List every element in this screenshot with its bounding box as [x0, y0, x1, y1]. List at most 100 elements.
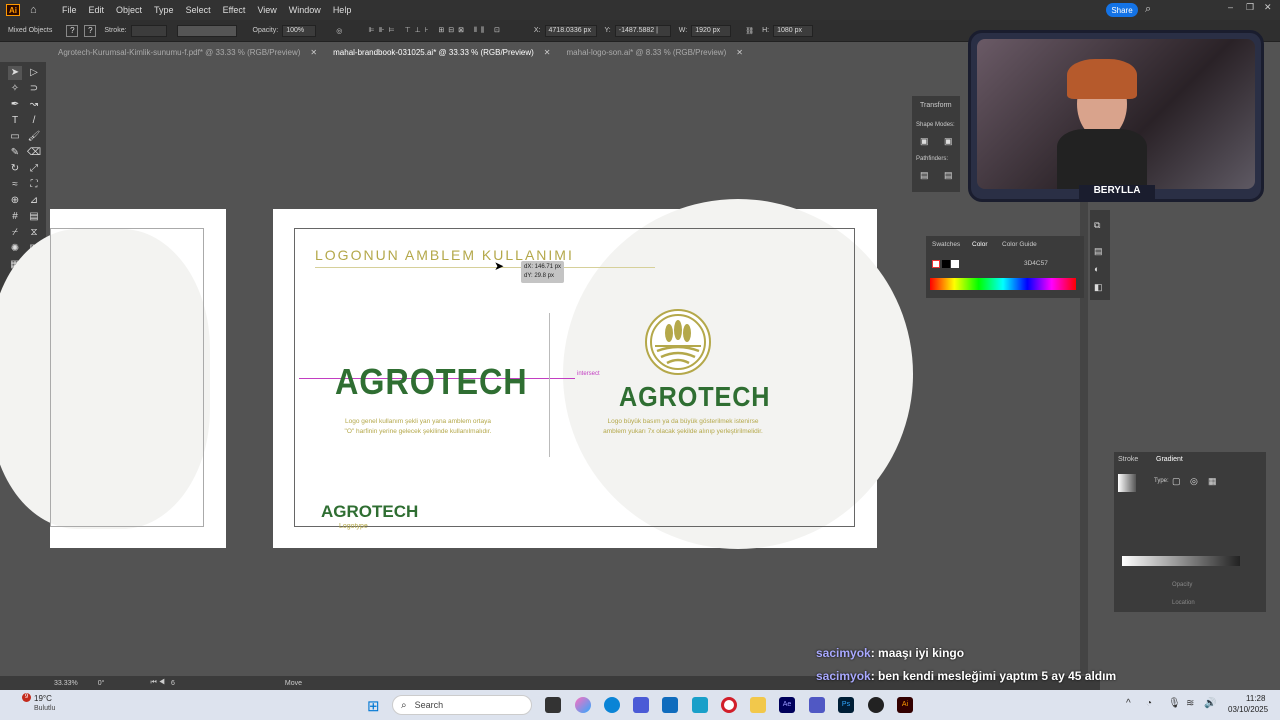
unite-icon[interactable]: ▣ [920, 136, 929, 147]
align-icons[interactable]: ⊫⊪⊨ ⊤⊥⊦ ⊞⊟⊠ ⫴⫼ ⊡ [368, 26, 504, 35]
free-transform-icon[interactable]: ⛶ [27, 178, 41, 192]
gradient-slider[interactable] [1122, 556, 1240, 566]
microphone-icon[interactable]: 🎙 [1168, 698, 1181, 709]
volume-icon[interactable]: 🔊 [1204, 698, 1216, 709]
share-button[interactable]: Share [1106, 3, 1138, 17]
lasso-icon[interactable]: ⊃ [27, 82, 41, 96]
line-tool-icon[interactable]: / [27, 114, 41, 128]
edge-icon[interactable] [604, 697, 620, 713]
monitor-app-icon[interactable] [692, 697, 708, 713]
color-tab[interactable]: Color [972, 241, 988, 248]
symbol-sprayer-icon[interactable]: ✺ [8, 242, 22, 256]
y-field[interactable]: -1487.5882 | [614, 24, 671, 37]
opera-icon[interactable] [721, 697, 737, 713]
white-swatch[interactable] [951, 260, 959, 268]
warp-tool-icon[interactable]: ≈ [8, 178, 22, 192]
transform-tab[interactable]: Transform [920, 102, 952, 109]
stroke-weight-field[interactable] [130, 24, 167, 37]
close-tab-icon[interactable]: ✕ [544, 48, 551, 57]
rotation-value[interactable]: 0° [98, 680, 105, 687]
shape-builder-icon[interactable]: ⊕ [8, 194, 22, 208]
properties-icon[interactable]: ◧ [1094, 282, 1103, 293]
close-icon[interactable]: ✕ [1264, 2, 1272, 13]
scale-tool-icon[interactable]: ⤢ [27, 162, 41, 176]
close-tab-icon[interactable]: ✕ [310, 48, 317, 57]
selection-tool-icon[interactable]: ➤ [8, 66, 22, 80]
artboard-nav-prev-icon[interactable]: ⏮ ◀ [150, 679, 165, 687]
menu-file[interactable]: File [56, 5, 83, 15]
menu-help[interactable]: Help [327, 5, 358, 15]
taskbar-search[interactable]: ⌕ Search [392, 695, 532, 715]
type-tool-icon[interactable]: T [8, 114, 22, 128]
illustrator-taskbar-icon[interactable]: Ai [897, 697, 913, 713]
start-icon[interactable]: ⊞ [367, 697, 380, 715]
tab-mahal-brandbook[interactable]: mahal-brandbook-031025.ai* @ 33.33 % (RG… [325, 43, 559, 61]
artboard-previous[interactable] [0, 209, 226, 548]
eraser-icon[interactable]: ⌫ [27, 146, 41, 160]
task-view-icon[interactable] [545, 697, 561, 713]
file-explorer-icon[interactable] [750, 697, 766, 713]
perspective-grid-icon[interactable]: ⊿ [27, 194, 41, 208]
eyedropper-icon[interactable]: ⌿ [8, 226, 22, 240]
stroke-tab[interactable]: Stroke [1118, 456, 1138, 463]
weather-temp[interactable]: 19°C [34, 694, 52, 703]
recolor-icon[interactable]: ◎ [336, 27, 342, 35]
artboard-number[interactable]: 6 [171, 680, 175, 687]
appearance-icon[interactable]: ◐ [1094, 264, 1099, 274]
weather-desc[interactable]: Bulutlu [34, 705, 55, 712]
black-swatch[interactable] [942, 260, 950, 268]
link-icon[interactable]: ⛓ [745, 27, 754, 35]
agrotech-horizontal-logo[interactable]: AGROTECH [335, 361, 528, 403]
blend-tool-icon[interactable]: ⧖ [27, 226, 41, 240]
gradient-tab[interactable]: Gradient [1156, 456, 1183, 463]
clock-date[interactable]: 03/10/2025 [1228, 705, 1268, 714]
gradient-tool-icon[interactable]: ▤ [27, 210, 41, 224]
menu-window[interactable]: Window [283, 5, 327, 15]
rotate-tool-icon[interactable]: ↻ [8, 162, 22, 176]
menu-view[interactable]: View [251, 5, 282, 15]
h-field[interactable]: 1080 px [773, 24, 814, 37]
minus-front-icon[interactable]: ▣ [944, 136, 953, 147]
teams-icon[interactable] [809, 697, 825, 713]
wifi-icon[interactable]: ≋ [1186, 698, 1194, 709]
swatches-tab[interactable]: Swatches [932, 241, 960, 248]
fill-none-swatch[interactable] [932, 260, 940, 268]
close-tab-icon[interactable]: ✕ [736, 48, 743, 57]
curvature-tool-icon[interactable]: ↝ [27, 98, 41, 112]
outlook-icon[interactable] [662, 697, 678, 713]
fill-swatch[interactable]: ? [66, 24, 79, 37]
direct-selection-tool-icon[interactable]: ▷ [27, 66, 41, 80]
paintbrush-icon[interactable]: 🖌 [27, 130, 41, 144]
hex-field[interactable]: 3D4C57 [1024, 260, 1048, 267]
clock-time[interactable]: 11:28 [1246, 694, 1265, 703]
w-field[interactable]: 1920 px [691, 24, 732, 37]
tab-mahal-logo[interactable]: mahal-logo-son.ai* @ 8.33 % (RGB/Preview… [559, 43, 751, 61]
libraries-icon[interactable]: ▤ [1094, 246, 1103, 257]
zoom-level[interactable]: 33.33% [54, 680, 78, 687]
pen-tool-icon[interactable]: ✒ [8, 98, 22, 112]
freeform-gradient-icon[interactable]: ▦ [1208, 476, 1217, 487]
menu-effect[interactable]: Effect [217, 5, 252, 15]
menu-object[interactable]: Object [110, 5, 148, 15]
divide-icon[interactable]: ▤ [920, 170, 929, 181]
copilot-icon[interactable] [575, 697, 591, 713]
home-icon[interactable]: ⌂ [30, 4, 42, 16]
mesh-tool-icon[interactable]: # [8, 210, 22, 224]
after-effects-icon[interactable]: Ae [779, 697, 795, 713]
shaper-tool-icon[interactable]: ✎ [8, 146, 22, 160]
linear-gradient-icon[interactable]: ▢ [1172, 476, 1181, 487]
menu-select[interactable]: Select [180, 5, 217, 15]
rectangle-tool-icon[interactable]: ▭ [8, 130, 22, 144]
photoshop-icon[interactable]: Ps [838, 697, 854, 713]
trim-icon[interactable]: ▤ [944, 170, 953, 181]
stroke-swatch[interactable]: ? [84, 24, 97, 37]
tab-agrotech-pdf[interactable]: Agrotech-Kurumsal-Kimlik-sunumu-f.pdf* @… [50, 43, 325, 61]
menu-edit[interactable]: Edit [83, 5, 111, 15]
chevron-up-icon[interactable]: ^ [1126, 698, 1131, 709]
variable-width-profile[interactable] [176, 24, 237, 37]
opacity-field[interactable]: 100% [282, 24, 317, 37]
store-icon[interactable] [633, 697, 649, 713]
layers-icon[interactable]: ⧉ [1094, 220, 1100, 231]
search-icon[interactable]: ⌕ [1145, 3, 1151, 16]
maximize-icon[interactable]: ❐ [1246, 2, 1254, 13]
